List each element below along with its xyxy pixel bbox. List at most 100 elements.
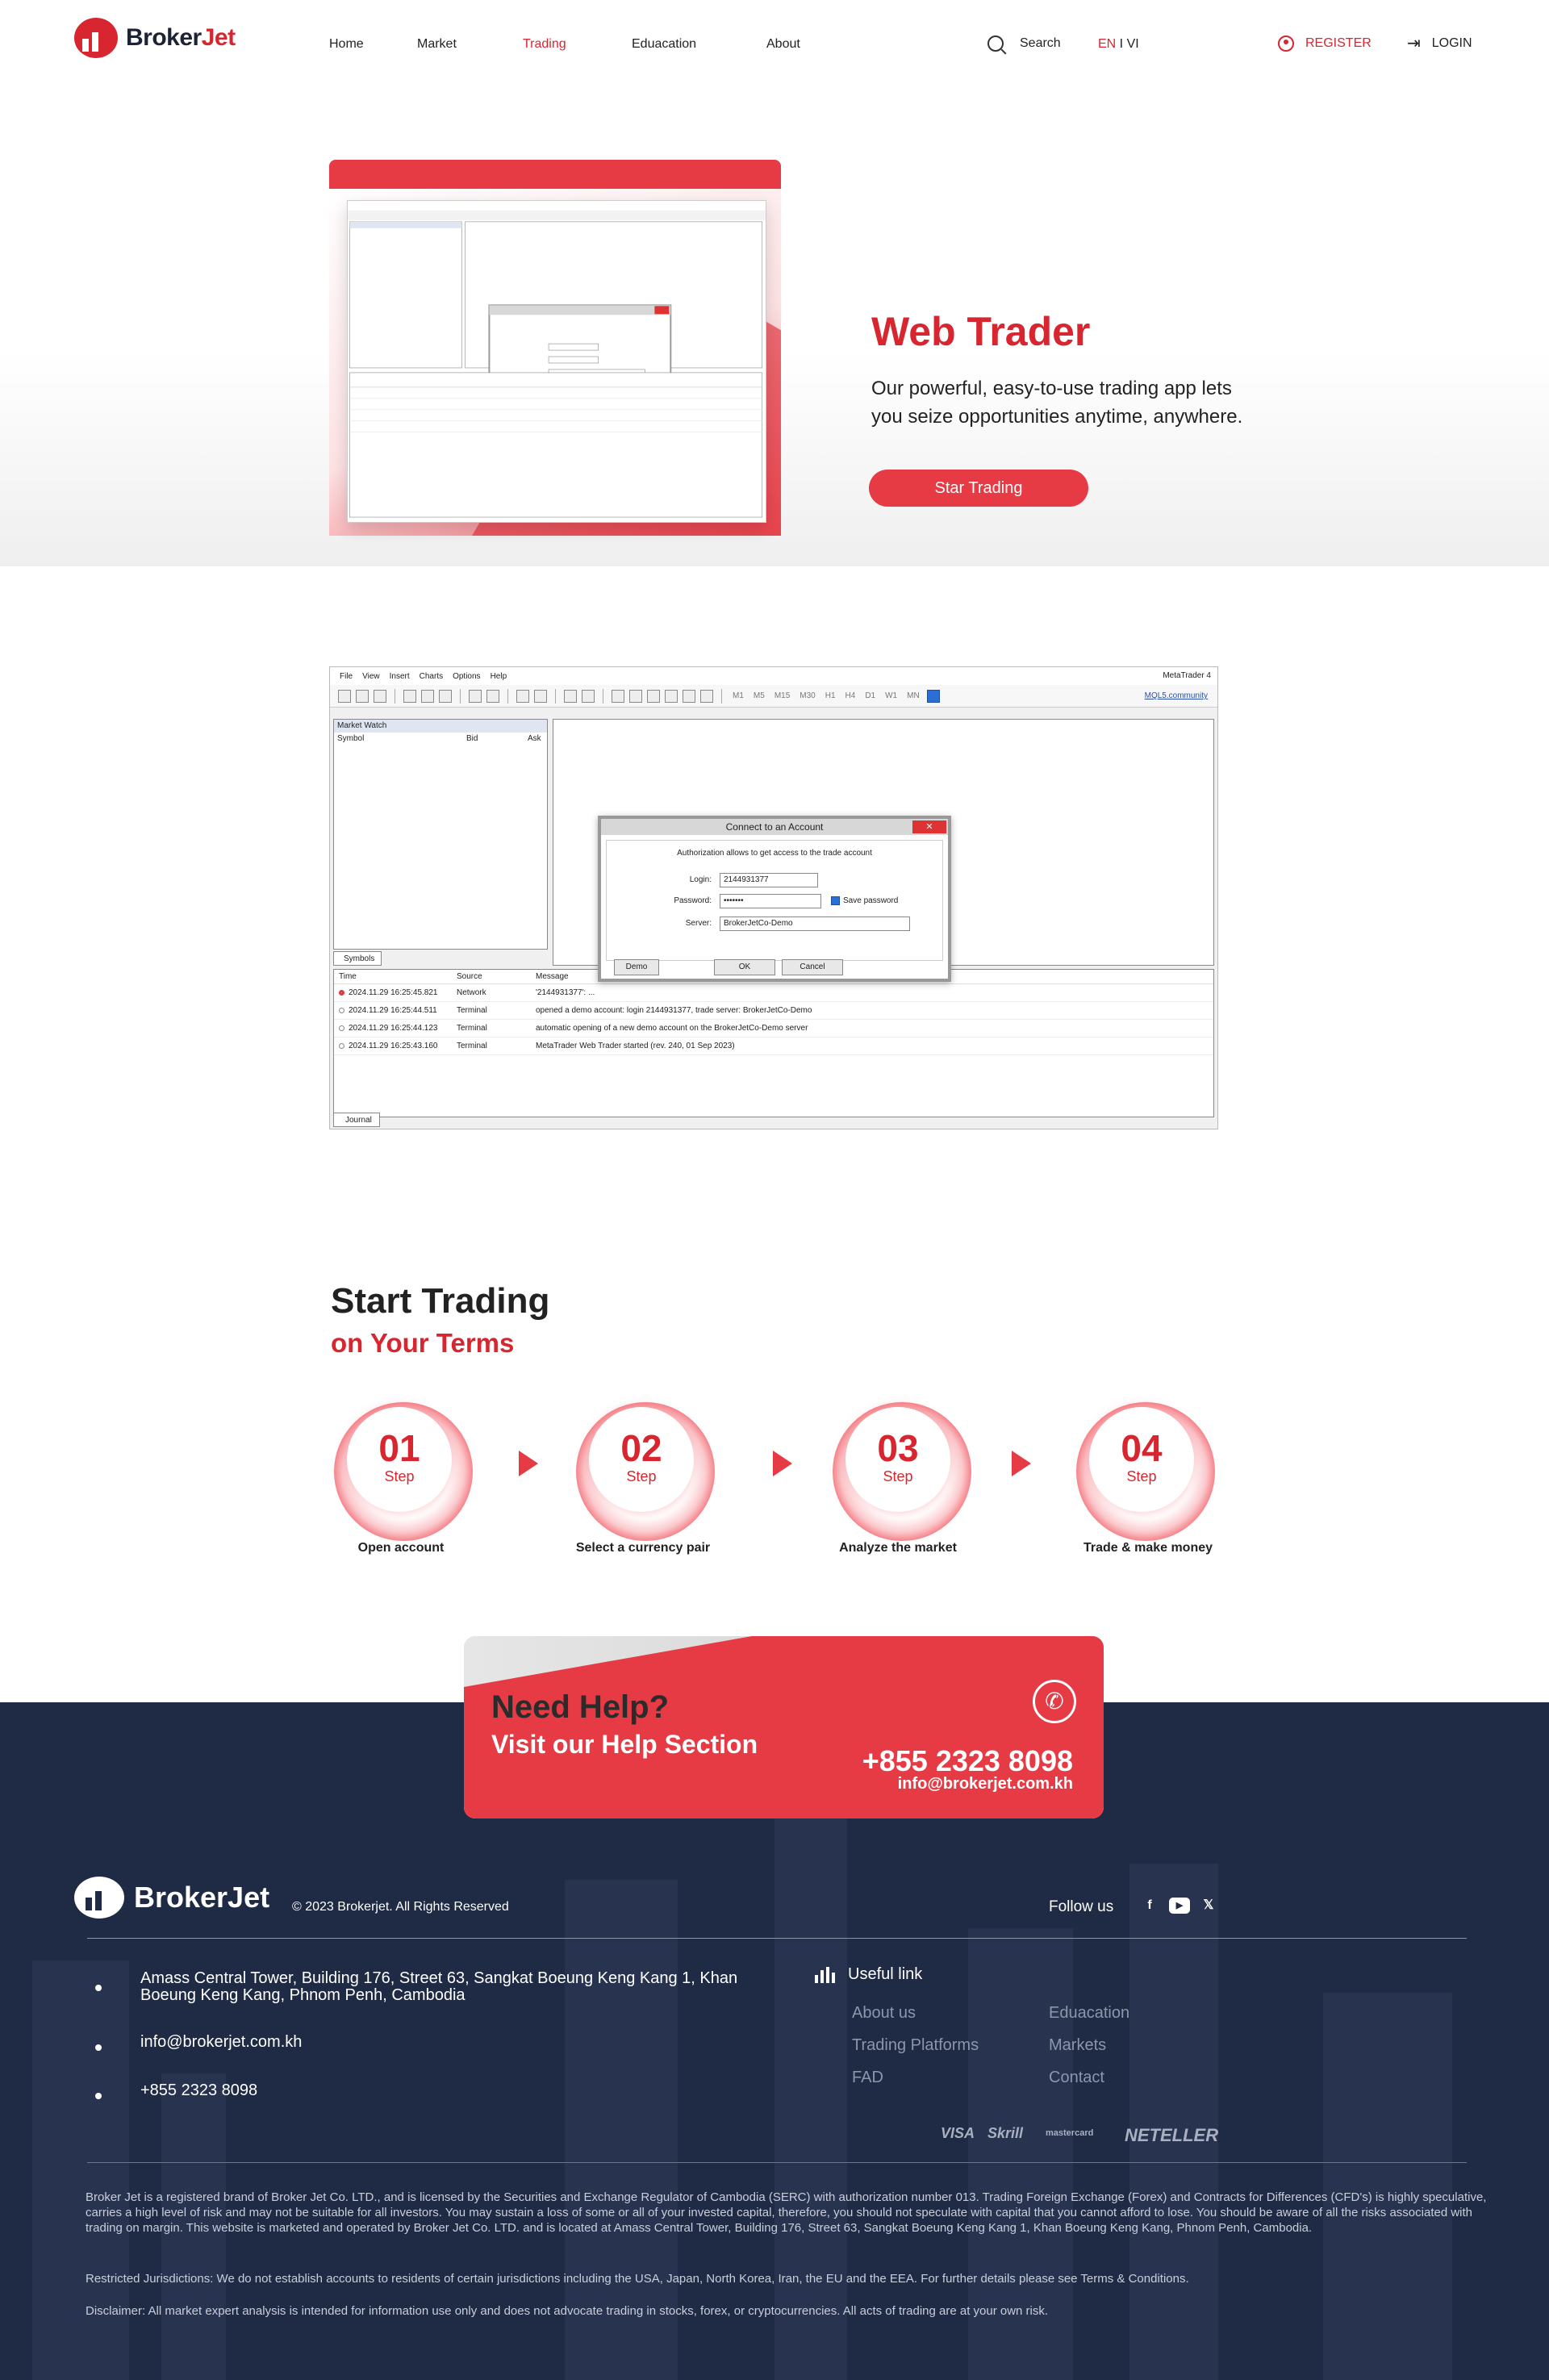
table-row[interactable]: 2024.11.29 16:25:44.511 Terminal opened …: [334, 1002, 1213, 1020]
timeframe-m5[interactable]: M5: [754, 691, 765, 700]
hero-title: Web Trader: [871, 309, 1091, 354]
youtube-icon[interactable]: ▶: [1169, 1898, 1190, 1914]
trendline-icon[interactable]: [647, 689, 660, 703]
help-email[interactable]: info@brokerjet.com.kh: [898, 1775, 1073, 1793]
footer-divider-bottom: [87, 2162, 1467, 2163]
timeframe-m1[interactable]: M1: [733, 691, 744, 700]
twitter-icon[interactable]: 𝕏: [1200, 1898, 1217, 1914]
cancel-button[interactable]: Cancel: [782, 959, 843, 975]
footer-logo[interactable]: BrokerJet: [74, 1877, 269, 1919]
new-chart-icon[interactable]: [338, 689, 351, 703]
footer-phone[interactable]: +855 2323 8098: [140, 2082, 257, 2099]
menu-view[interactable]: View: [362, 672, 380, 681]
horizontal-line-icon[interactable]: [629, 689, 642, 703]
profiles-icon[interactable]: [356, 689, 369, 703]
mql5-community-link[interactable]: MQL5.community: [1145, 691, 1208, 700]
lang-vi[interactable]: VI: [1127, 37, 1139, 51]
col-bid[interactable]: Bid: [466, 733, 528, 745]
save-password-checkbox[interactable]: Save password: [831, 896, 898, 905]
col-time[interactable]: Time: [334, 970, 457, 983]
timeframe-mn[interactable]: MN: [907, 691, 920, 700]
menu-charts[interactable]: Charts: [420, 672, 443, 681]
step-label: Trade & make money: [1083, 1541, 1213, 1555]
neteller-logo: NETELLER: [1125, 2125, 1219, 2145]
legal-text: Broker Jet is a registered brand of Brok…: [86, 2190, 1487, 2235]
footer-link-fad[interactable]: FAD: [852, 2069, 883, 2087]
footer-link-markets[interactable]: Markets: [1049, 2036, 1106, 2055]
help-banner[interactable]: Need Help? Visit our Help Section ✆ +855…: [464, 1636, 1104, 1818]
nav-about[interactable]: About: [766, 37, 800, 52]
timeframe-h1[interactable]: H1: [825, 691, 836, 700]
crosshair-icon[interactable]: [582, 689, 595, 703]
menu-file[interactable]: File: [340, 672, 353, 681]
step-4: 04 Step: [1065, 1391, 1226, 1552]
nav-market[interactable]: Market: [417, 37, 457, 52]
help-subtitle[interactable]: Visit our Help Section: [491, 1730, 758, 1760]
nav-education[interactable]: Eduacation: [632, 37, 696, 52]
candlestick-icon[interactable]: [421, 689, 434, 703]
layout-icon[interactable]: [926, 689, 940, 703]
login-field[interactable]: 2144931377: [720, 873, 818, 887]
dialog-note: Authorization allows to get access to th…: [677, 849, 872, 858]
table-row[interactable]: 2024.11.29 16:25:44.123 Terminal automat…: [334, 1020, 1213, 1038]
line-chart-icon[interactable]: [439, 689, 452, 703]
timeframe-m30[interactable]: M30: [800, 691, 815, 700]
symbols-tab[interactable]: Symbols: [333, 951, 382, 966]
timeframe-w1[interactable]: W1: [885, 691, 897, 700]
server-select[interactable]: BrokerJetCo-Demo: [720, 917, 910, 931]
footer-link-education[interactable]: Eduacation: [1049, 2004, 1129, 2023]
footer-link-about[interactable]: About us: [852, 2004, 916, 2023]
search-label: Search: [1020, 36, 1061, 50]
start-trading-button[interactable]: Star Trading: [869, 470, 1088, 507]
login-button[interactable]: ⇥ LOGIN: [1407, 35, 1472, 52]
menu-help[interactable]: Help: [491, 672, 507, 681]
step-label: Analyze the market: [839, 1541, 957, 1555]
fibonacci-icon[interactable]: [700, 689, 713, 703]
vertical-line-icon[interactable]: [612, 689, 624, 703]
close-icon[interactable]: ✕: [912, 820, 946, 833]
menu-insert[interactable]: Insert: [390, 672, 410, 681]
timeframe-d1[interactable]: D1: [865, 691, 875, 700]
useful-links-label: Useful link: [848, 1965, 923, 1983]
facebook-icon[interactable]: f: [1141, 1898, 1159, 1914]
nav-home[interactable]: Home: [329, 37, 364, 52]
step-number: 03: [877, 1427, 919, 1469]
search-button[interactable]: Search: [987, 35, 1061, 52]
grid-icon[interactable]: [683, 689, 695, 703]
brand-logo[interactable]: BrokerJet: [74, 18, 236, 58]
footer-email[interactable]: info@brokerjet.com.kh: [140, 2034, 302, 2051]
text-icon[interactable]: [665, 689, 678, 703]
timeframe-m15[interactable]: M15: [774, 691, 790, 700]
autoscroll-icon[interactable]: [516, 689, 529, 703]
hero-red-band: [329, 160, 781, 189]
table-row[interactable]: 2024.11.29 16:25:45.821 Network '2144931…: [334, 984, 1213, 1002]
footer-link-contact[interactable]: Contact: [1049, 2069, 1104, 2087]
lang-en[interactable]: EN: [1098, 37, 1116, 51]
table-row[interactable]: 2024.11.29 16:25:43.160 Terminal MetaTra…: [334, 1038, 1213, 1055]
col-source[interactable]: Source: [457, 970, 536, 983]
bar-chart-icon[interactable]: [403, 689, 416, 703]
journal-tab[interactable]: Journal: [333, 1113, 380, 1127]
search-icon: [987, 35, 1004, 52]
col-symbol[interactable]: Symbol: [337, 733, 466, 745]
mail-icon: [95, 2044, 102, 2051]
menu-options[interactable]: Options: [453, 672, 480, 681]
ok-button[interactable]: OK: [714, 959, 775, 975]
nav-trading[interactable]: Trading: [523, 37, 566, 52]
password-field[interactable]: •••••••: [720, 894, 821, 908]
mt4-toolbar: M1 M5 M15 M30 H1 H4 D1 W1 MN: [330, 685, 1217, 708]
footer-divider: [87, 1938, 1467, 1939]
timeframe-h4[interactable]: H4: [845, 691, 856, 700]
logo-icon: [74, 1877, 124, 1919]
help-phone[interactable]: +855 2323 8098: [862, 1744, 1073, 1778]
market-watch-icon[interactable]: [374, 689, 386, 703]
demo-button[interactable]: Demo: [614, 959, 659, 975]
zoom-in-icon[interactable]: [469, 689, 482, 703]
col-ask[interactable]: Ask: [528, 733, 541, 745]
register-button[interactable]: REGISTER: [1278, 35, 1372, 52]
cursor-icon[interactable]: [564, 689, 577, 703]
error-icon: [339, 990, 344, 996]
chart-shift-icon[interactable]: [534, 689, 547, 703]
zoom-out-icon[interactable]: [486, 689, 499, 703]
footer-link-platforms[interactable]: Trading Platforms: [852, 2036, 979, 2055]
